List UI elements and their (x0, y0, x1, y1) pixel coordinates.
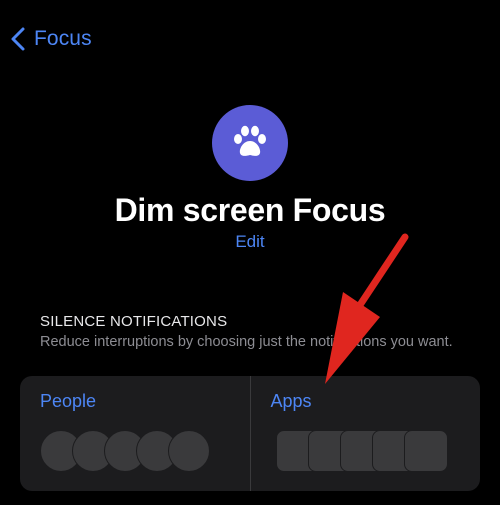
focus-title: Dim screen Focus (114, 192, 386, 228)
apps-label: Apps (270, 391, 312, 411)
edit-link-row: Edit (0, 232, 500, 252)
apps-option[interactable]: Apps (249, 376, 481, 491)
back-label: Focus (34, 27, 92, 50)
section-header: SILENCE NOTIFICATIONS (40, 313, 228, 330)
paw-icon-badge[interactable] (212, 105, 288, 181)
back-button[interactable]: Focus (10, 26, 92, 52)
paw-icon (234, 125, 266, 156)
app-icon-placeholder (403, 430, 448, 472)
section-description: Reduce interruptions by choosing just th… (40, 334, 453, 350)
people-label: People (40, 391, 97, 411)
people-option[interactable]: People (20, 376, 250, 491)
chevron-left-icon (11, 27, 25, 51)
avatar (168, 430, 210, 472)
edit-link[interactable]: Edit (235, 232, 264, 251)
focus-settings-screen: Focus Dim screen Focus Edit SILENCE NOTI… (0, 0, 500, 505)
silence-notifications-card: People Apps (20, 376, 480, 491)
